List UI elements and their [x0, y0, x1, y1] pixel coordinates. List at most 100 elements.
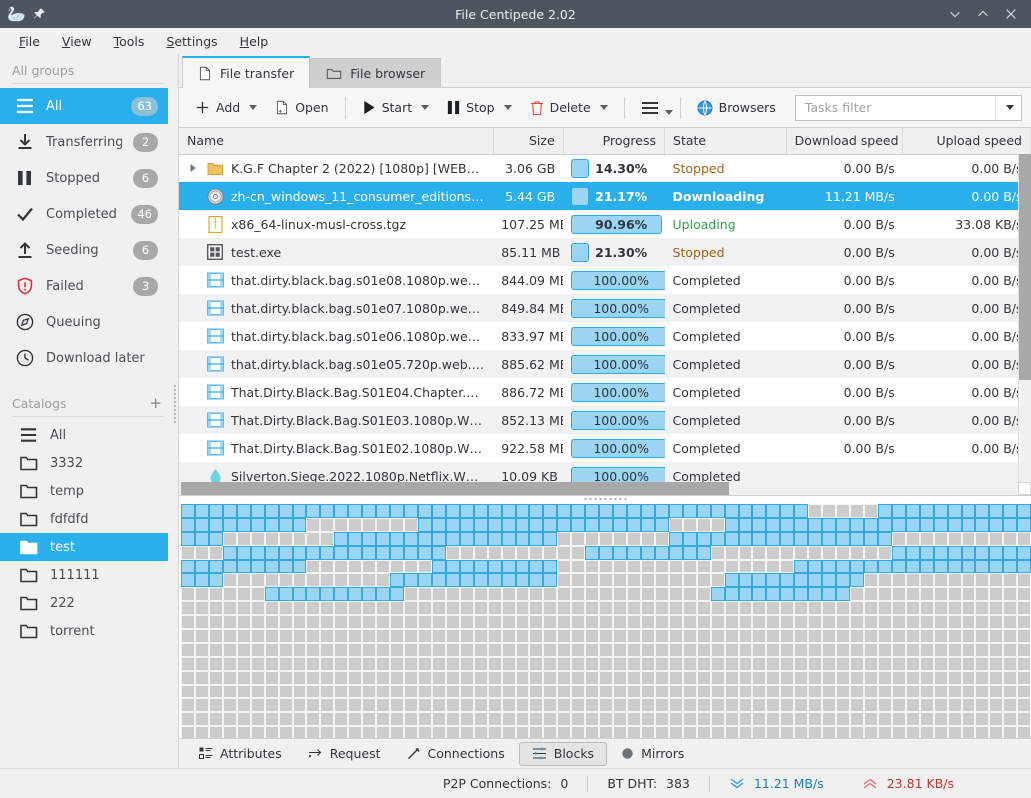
chevron-down-icon[interactable] [948, 7, 962, 21]
pin-icon[interactable] [32, 7, 46, 21]
block-cell [1017, 504, 1031, 518]
tasks-filter-input[interactable]: Tasks filter [795, 95, 1022, 121]
table-row[interactable]: K.G.F Chapter 2 (2022) [1080p] [WEBRip] … [179, 154, 1031, 182]
table-vertical-scrollbar[interactable] [1018, 154, 1031, 495]
block-cell [474, 726, 488, 738]
bottom-tab-connections[interactable]: Connections [395, 742, 517, 766]
block-cell [446, 518, 460, 532]
bottom-tab-request[interactable]: Request [296, 742, 393, 766]
tab-file-transfer[interactable]: File transfer [182, 56, 310, 88]
sidebar-catalogs-list: All 3332 tempfdfdfdtest111111222torrent [0, 421, 178, 645]
block-cell [850, 560, 864, 574]
block-cell [376, 671, 390, 685]
stop-button[interactable]: Stop [438, 93, 520, 123]
add-catalog-button[interactable]: + [149, 396, 162, 411]
more-menu-button[interactable] [632, 93, 661, 123]
block-cell [306, 587, 320, 601]
menu-view[interactable]: View [53, 31, 101, 52]
menu-tools[interactable]: Tools [105, 31, 154, 52]
open-button[interactable]: Open [266, 93, 337, 123]
block-cell [739, 560, 753, 574]
table-row[interactable]: that.dirty.black.bag.s01e05.720p.web.h26… [179, 350, 1031, 378]
sidebar-item-queuing[interactable]: Queuing [0, 304, 168, 340]
catalog-item-torrent[interactable]: torrent [0, 617, 168, 645]
sidebar-item-download-later[interactable]: Download later [0, 340, 168, 376]
catalog-item-fdfdfd[interactable]: fdfdfd [0, 505, 168, 533]
sidebar-item-transferring[interactable]: Transferring2 [0, 124, 168, 160]
table-row[interactable]: x86_64-linux-musl-cross.tgz 107.25 MB 90… [179, 210, 1031, 238]
add-button[interactable]: Add [186, 93, 266, 123]
sidebar-item-completed[interactable]: Completed46 [0, 196, 168, 232]
table-row[interactable]: zh-cn_windows_11_consumer_editions_upd⋯ … [179, 182, 1031, 210]
column-header-name[interactable]: Name [179, 128, 493, 154]
sidebar-item-all[interactable]: All63 [0, 88, 168, 124]
catalog-item-3332[interactable]: 3332 [0, 449, 168, 477]
chevron-down-icon[interactable] [249, 105, 257, 110]
menu-file[interactable]: FFileile [10, 31, 49, 52]
bottom-tab-blocks[interactable]: Blocks [519, 742, 607, 766]
double-chevron-up-icon [862, 777, 878, 790]
close-icon[interactable] [1004, 7, 1018, 21]
block-cell [975, 629, 989, 643]
block-cell [571, 504, 585, 518]
block-cell [334, 629, 348, 643]
table-row[interactable]: that.dirty.black.bag.s01e07.1080p.web.h2… [179, 294, 1031, 322]
bottom-tab-mirrors[interactable]: Mirrors [609, 742, 696, 766]
catalog-item-222[interactable]: 222 [0, 589, 168, 617]
sidebar-item-stopped[interactable]: Stopped6 [0, 160, 168, 196]
menu-help[interactable]: Help [231, 31, 278, 52]
sidebar-item-seeding[interactable]: Seeding6 [0, 232, 168, 268]
table-row[interactable]: that.dirty.black.bag.s01e06.1080p.web.h2… [179, 322, 1031, 350]
block-cell [934, 587, 948, 601]
block-cell [683, 546, 697, 560]
block-cell [279, 518, 293, 532]
column-header-progress[interactable]: Progress [563, 128, 664, 154]
table-row[interactable]: test.exe 85.11 MB 21.30% Stopped0.00 B/s… [179, 238, 1031, 266]
browsers-button[interactable]: Browsers [688, 93, 785, 123]
sidebar-resize-handle[interactable] [173, 384, 178, 424]
bottom-tab-attributes[interactable]: Attributes [187, 742, 294, 766]
chevron-down-icon[interactable] [600, 105, 608, 110]
block-cell [237, 726, 251, 738]
block-cell [306, 726, 320, 738]
table-row[interactable]: That.Dirty.Black.Bag.S01E03.1080p.WEB.h2… [179, 406, 1031, 434]
menu-settings[interactable]: Settings [157, 31, 226, 52]
row-expander[interactable] [187, 163, 199, 173]
block-cell [320, 587, 334, 601]
table-vertical-scroll-thumb[interactable] [1019, 154, 1031, 380]
catalog-item-temp[interactable]: temp [0, 477, 168, 505]
column-header-size[interactable]: Size [493, 128, 563, 154]
block-cell [1017, 671, 1031, 685]
column-header-upload-speed[interactable]: Upload speed [903, 128, 1031, 154]
more-menu-chevron-down-icon[interactable] [665, 110, 673, 115]
panel-resize-handle[interactable] [583, 497, 627, 501]
blocks-grid[interactable] [181, 504, 1029, 738]
tab-file-browser[interactable]: File browser [310, 58, 441, 88]
column-header-state[interactable]: State [665, 128, 787, 154]
table-row[interactable]: That.Dirty.Black.Bag.S01E02.1080p.WEB.h2… [179, 434, 1031, 462]
catalog-item-111111[interactable]: 111111 [0, 561, 168, 589]
delete-button[interactable]: Delete [521, 93, 617, 123]
start-button[interactable]: Start [353, 93, 439, 123]
table-horizontal-scroll-thumb[interactable] [181, 482, 729, 495]
chevron-down-icon[interactable] [504, 105, 512, 110]
catalog-item-test[interactable]: test [0, 533, 168, 561]
sidebar-item-failed[interactable]: Failed3 [0, 268, 168, 304]
block-cell [376, 560, 390, 574]
catalog-item-all[interactable]: All [0, 421, 168, 449]
table-horizontal-scrollbar[interactable] [179, 482, 1018, 495]
block-cell [488, 643, 502, 657]
block-cell [320, 615, 334, 629]
chevron-down-icon[interactable] [421, 105, 429, 110]
table-row[interactable]: That.Dirty.Black.Bag.S01E04.Chapter.Four… [179, 378, 1031, 406]
block-cell [585, 712, 599, 726]
column-header-download-speed[interactable]: Download speed [786, 128, 903, 154]
block-cell [223, 643, 237, 657]
tasks-filter-dropdown[interactable] [995, 96, 1021, 120]
block-cell [599, 587, 613, 601]
catalog-item-label: 3332 [50, 456, 158, 471]
block-cell [962, 560, 976, 574]
chevron-up-icon[interactable] [976, 7, 990, 21]
table-row[interactable]: that.dirty.black.bag.s01e08.1080p.web.h2… [179, 266, 1031, 294]
block-cell [460, 518, 474, 532]
